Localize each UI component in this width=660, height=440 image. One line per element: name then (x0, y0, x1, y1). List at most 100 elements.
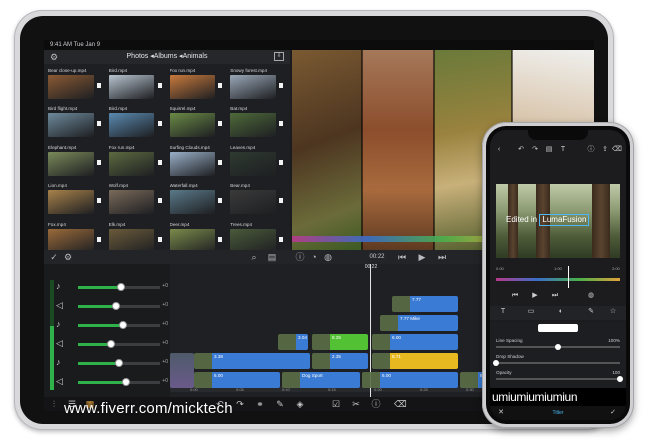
volume-slider[interactable] (119, 321, 128, 329)
info-icon[interactable]: ⓘ (370, 398, 382, 410)
skip-back-icon[interactable]: ⏮ (510, 291, 520, 301)
titler-label[interactable]: Titler (540, 409, 576, 417)
volume-slider[interactable] (116, 283, 125, 291)
edit-icon[interactable]: ✎ (274, 398, 286, 410)
info-icon[interactable]: ⓘ (586, 145, 596, 155)
timeline-clip[interactable]: 2.35 (312, 353, 368, 369)
media-clip[interactable]: Bird.mp4 (108, 106, 165, 140)
close-icon[interactable]: ✕ (496, 408, 506, 418)
media-clip[interactable]: Snowy forest.mp4 (230, 68, 286, 102)
media-clip[interactable]: Elephant.mp4 (48, 145, 104, 179)
timeline-clip[interactable] (170, 353, 194, 388)
layers-icon[interactable]: ▤ (266, 251, 278, 263)
mic-icon[interactable]: ◍ (586, 291, 596, 301)
timeline-clip[interactable]: 3.04 (278, 334, 308, 350)
setting-slider[interactable] (496, 376, 623, 382)
font-field[interactable] (538, 324, 578, 332)
media-clip[interactable]: Lion.mp4 (48, 183, 104, 217)
media-clip[interactable]: Leaves.mp4 (230, 145, 286, 179)
timeline-clip[interactable]: 8.71 (372, 353, 458, 369)
mixer-icon[interactable]: ⫶ (48, 398, 60, 410)
scissors-icon[interactable]: ✂ (350, 398, 362, 410)
skip-forward-icon[interactable]: ⏭ (436, 251, 448, 263)
share-icon[interactable]: ⇪ (600, 145, 610, 155)
media-clip[interactable]: Fox run.mp4 (169, 68, 226, 102)
back-icon[interactable]: ‹ (494, 145, 504, 155)
trash-icon[interactable]: ⌫ (394, 398, 407, 410)
clip-badge (279, 159, 283, 165)
timeline-clip[interactable]: 6.00 (372, 334, 458, 350)
music-note-icon[interactable]: ♪ (56, 319, 61, 329)
phone-playhead[interactable] (568, 266, 569, 288)
media-clip[interactable]: Wolf.mp4 (108, 183, 165, 217)
setting-slider[interactable] (496, 344, 620, 350)
trash-icon[interactable]: ⌫ (612, 145, 622, 155)
pen-icon[interactable]: ✎ (586, 307, 596, 317)
speaker-icon[interactable]: ◁ (56, 376, 63, 386)
timeline-clip[interactable]: 6.00 (194, 372, 280, 388)
media-clip[interactable]: Waterfall.mp4 (169, 183, 226, 217)
slider-knob[interactable] (555, 344, 561, 350)
mic-icon[interactable]: ◍ (322, 251, 334, 263)
timeline-clip[interactable]: 8.25 (312, 334, 368, 350)
speaker-icon[interactable]: ◁ (56, 338, 63, 348)
setting-slider[interactable] (493, 360, 620, 366)
timeline-clip[interactable]: 6.00 (362, 372, 458, 388)
media-clip[interactable]: Bird.mp4 (108, 68, 165, 102)
volume-slider[interactable] (115, 359, 123, 367)
phone-tabs: T ▭ ◐ ✎ ☆ (490, 306, 626, 320)
media-clip[interactable]: Bat.mp4 (230, 106, 286, 140)
play-icon[interactable]: ▶ (416, 251, 428, 263)
media-clip[interactable]: Bear close-up.mp4 (48, 68, 104, 102)
skip-forward-icon[interactable]: ⏭ (550, 291, 560, 301)
settings-icon[interactable]: ⚙ (62, 251, 74, 263)
timeline-clip[interactable]: 7.77 (392, 296, 458, 312)
checkmark-icon[interactable]: ✓ (48, 251, 60, 263)
media-clip[interactable]: Bear.mp4 (230, 183, 286, 217)
media-clip[interactable]: Fox run.mp4 (108, 145, 165, 179)
search-icon[interactable]: ⌕ (248, 251, 260, 263)
music-note-icon[interactable]: ♪ (56, 357, 61, 367)
media-clip[interactable]: Surfing Clouds.mp4 (169, 145, 226, 179)
redo-icon[interactable]: ↷ (234, 398, 246, 410)
clip-thumbnail (230, 151, 276, 176)
layers-icon[interactable]: ▤ (544, 145, 554, 155)
volume-fill (78, 286, 121, 289)
star-icon[interactable]: ☆ (608, 307, 618, 317)
timeline-clip[interactable]: 3.38 (194, 353, 310, 369)
text-style-icon[interactable]: T (498, 307, 508, 317)
slider-knob[interactable] (493, 360, 499, 366)
undo-icon[interactable]: ↶ (516, 145, 526, 155)
checkbox-icon[interactable]: ☑ (330, 398, 342, 410)
media-clip[interactable]: Squirrel.mp4 (169, 106, 226, 140)
library-breadcrumb[interactable]: Photos ◂Albums ◂Animals (44, 52, 290, 62)
volume-fill (78, 305, 116, 308)
skip-back-icon[interactable]: ⏮ (396, 251, 408, 263)
color-icon[interactable]: ◐ (556, 307, 566, 317)
volume-slider[interactable] (121, 378, 130, 386)
info-icon[interactable]: ⓘ (294, 251, 306, 263)
music-note-icon[interactable]: ♪ (56, 281, 61, 291)
text-icon[interactable]: T (558, 145, 568, 155)
font-preview-strip[interactable]: umiumiumiumiun (490, 388, 626, 406)
frame-icon[interactable]: ▭ (526, 307, 536, 317)
marker-icon[interactable]: ◈ (294, 398, 306, 410)
link-icon[interactable]: ⚭ (254, 398, 266, 410)
phone-timeline[interactable]: 0.00 1:00 2:00 (496, 266, 620, 288)
sort-icon[interactable]: ⇩ (274, 52, 284, 61)
phone-preview[interactable]: Edited in LumaFusion (496, 184, 620, 258)
volume-slider[interactable] (111, 302, 120, 310)
timeline-clip[interactable]: 7.77 Mike (380, 315, 458, 331)
volume-slider[interactable] (106, 340, 115, 348)
title-overlay[interactable]: Edited in LumaFusion (506, 214, 590, 226)
done-icon[interactable]: ✓ (608, 408, 618, 418)
clip-grid: Bear close-up.mp4 Bird.mp4 Fox run.mp4 Snow… (48, 68, 286, 256)
timeline-clip[interactable]: Dog Sport (282, 372, 360, 388)
slider-knob[interactable] (617, 376, 623, 382)
redo-icon[interactable]: ↷ (530, 145, 540, 155)
play-icon[interactable]: ▶ (530, 291, 540, 301)
clip-badge (157, 121, 162, 127)
volume-icon[interactable]: ◔ (308, 251, 320, 263)
speaker-icon[interactable]: ◁ (56, 300, 63, 310)
media-clip[interactable]: Bird flight.mp4 (48, 106, 104, 140)
